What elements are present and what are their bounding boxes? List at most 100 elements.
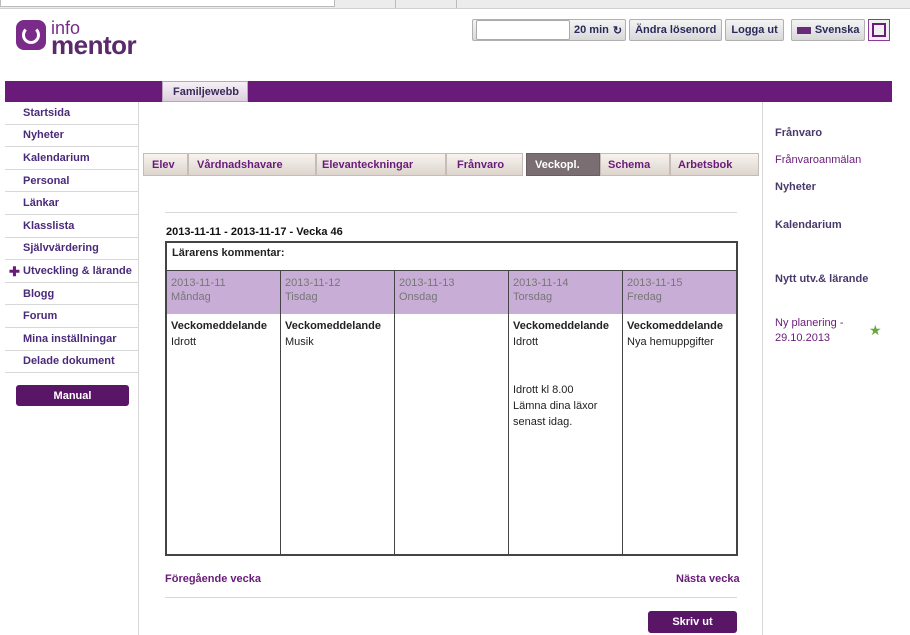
sidebar-item-label: Länkar (23, 197, 60, 210)
logo-mentor-text: mentor (51, 30, 137, 60)
session-timer: 20 min ↻ (472, 19, 627, 41)
logout-button[interactable]: Logga ut (725, 19, 784, 41)
week-title: 2013-11-11 - 2013-11-17 - Vecka 46 (166, 226, 343, 238)
refresh-icon[interactable]: ↻ (613, 24, 622, 37)
sidebar-item-nyheter[interactable]: Nyheter (5, 125, 138, 148)
day-name: Fredag (627, 291, 662, 303)
day-column: Veckomeddelande Musik (281, 314, 395, 556)
tab-familjewebb[interactable]: Familjewebb (162, 81, 248, 102)
day-header: 2013-11-11 Måndag (167, 271, 281, 314)
sidebar-item-label: Utveckling & lärande (23, 264, 132, 277)
language-label: Svenska (814, 24, 860, 36)
day-date: 2013-11-14 (513, 277, 569, 289)
divider (138, 102, 139, 635)
right-link-franvaro[interactable]: Frånvaro (775, 127, 822, 139)
logo-icon (16, 20, 46, 50)
day-line: Idrott (513, 336, 539, 348)
star-icon: ★ (869, 322, 882, 338)
tab-veckopl[interactable]: Veckopl. (526, 153, 600, 176)
sidebar-item-klasslista[interactable]: Klasslista (5, 215, 138, 238)
day-heading: Veckomeddelande (513, 320, 609, 332)
day-heading: Veckomeddelande (627, 320, 723, 332)
tab-vardnadshavare[interactable]: Vårdnadshavare (188, 153, 316, 176)
sidebar-item-lankar[interactable]: Länkar (5, 192, 138, 215)
sidebar-item-kalendarium[interactable]: Kalendarium (5, 147, 138, 170)
day-heading: Veckomeddelande (285, 320, 381, 332)
sidebar-item-label: Personal (23, 174, 70, 187)
plus-icon: ✚ (9, 264, 20, 280)
right-link-planering[interactable]: Ny planering - (775, 317, 843, 329)
sidebar-item-label: Forum (23, 310, 58, 323)
infomentor-logo[interactable]: info mentor (16, 18, 146, 60)
sidebar-item-label: Blogg (23, 287, 55, 300)
search-input[interactable] (476, 20, 570, 40)
top-toolbar: 20 min ↻ Ändra lösenord Logga ut Svenska (472, 19, 891, 41)
change-password-button[interactable]: Ändra lösenord (629, 19, 723, 41)
right-link-planering-date[interactable]: 29.10.2013 (775, 332, 830, 344)
sidebar-item-label: Kalendarium (23, 151, 90, 164)
next-week-link[interactable]: Nästa vecka (676, 573, 740, 585)
day-header: 2013-11-15 Fredag (623, 271, 736, 314)
print-button[interactable]: Skriv ut (648, 611, 737, 633)
manual-button[interactable]: Manual (16, 385, 129, 406)
tab-elevanteckningar[interactable]: Elevanteckningar (316, 153, 446, 176)
day-header: 2013-11-12 Tisdag (281, 271, 395, 314)
sidebar-item-label: Startsida (23, 106, 71, 119)
sidebar-item-label: Självvärdering (23, 242, 99, 255)
day-column: Veckomeddelande Nya hemuppgifter (623, 314, 736, 556)
sidebar-item-delade-dokument[interactable]: Delade dokument (5, 351, 138, 374)
previous-week-link[interactable]: Föregående vecka (165, 573, 261, 585)
day-name: Onsdag (399, 291, 438, 303)
tab-schema[interactable]: Schema (600, 153, 670, 176)
day-note: senast idag. (513, 416, 573, 428)
flag-icon (796, 26, 811, 34)
browser-tab (395, 0, 457, 8)
sidebar-item-utveckling[interactable]: ✚ Utveckling & lärande (5, 260, 138, 283)
day-line: Nya hemuppgifter (627, 336, 714, 348)
teacher-comment-label: Lärarens kommentar: (172, 247, 285, 259)
day-column (395, 314, 509, 556)
sidebar-item-startsida[interactable]: Startsida (5, 102, 138, 125)
sidebar-item-blogg[interactable]: Blogg (5, 283, 138, 306)
sidebar: Startsida Nyheter Kalendarium Personal L… (5, 102, 138, 374)
divider (762, 102, 763, 635)
right-link-franvaroanmalan[interactable]: Frånvaroanmälan (775, 154, 861, 166)
day-header: 2013-11-13 Onsdag (395, 271, 509, 314)
day-note: Lämna dina läxor (513, 400, 598, 412)
language-button[interactable]: Svenska (790, 19, 866, 41)
right-heading-kalendarium: Kalendarium (775, 219, 842, 231)
right-heading-nyheter: Nyheter (775, 181, 816, 193)
sidebar-item-sjalvvardering[interactable]: Självvärdering (5, 238, 138, 261)
browser-strip (0, 0, 910, 9)
day-date: 2013-11-15 (627, 277, 683, 289)
day-header: 2013-11-14 Torsdag (509, 271, 623, 314)
day-name: Måndag (171, 291, 211, 303)
day-name: Torsdag (513, 291, 553, 303)
sidebar-item-personal[interactable]: Personal (5, 170, 138, 193)
day-date: 2013-11-12 (285, 277, 341, 289)
day-line: Musik (285, 336, 314, 348)
browser-field (0, 0, 335, 7)
sidebar-item-label: Mina inställningar (23, 332, 117, 345)
week-planner: Lärarens kommentar: 2013-11-11 Måndag 20… (165, 241, 738, 556)
sidebar-item-forum[interactable]: Forum (5, 305, 138, 328)
divider (165, 212, 737, 213)
sidebar-item-label: Klasslista (23, 219, 75, 232)
main-nav-bar (5, 81, 892, 102)
day-column: Veckomeddelande Idrott Idrott kl 8.00 Lä… (509, 314, 623, 556)
day-line: Idrott (171, 336, 197, 348)
tab-elev[interactable]: Elev (143, 153, 188, 176)
day-name: Tisdag (285, 291, 318, 303)
sidebar-item-installningar[interactable]: Mina inställningar (5, 328, 138, 351)
window-icon[interactable] (868, 19, 891, 41)
day-heading: Veckomeddelande (171, 320, 267, 332)
day-date: 2013-11-13 (399, 277, 455, 289)
sidebar-item-label: Delade dokument (23, 355, 115, 368)
timer-text: 20 min (574, 24, 609, 36)
sidebar-item-label: Nyheter (23, 129, 64, 142)
day-date: 2013-11-11 (171, 277, 226, 289)
tab-arbetsbok[interactable]: Arbetsbok (670, 153, 759, 176)
divider (165, 597, 737, 598)
tab-franvaro[interactable]: Frånvaro (446, 153, 523, 176)
day-note: Idrott kl 8.00 (513, 384, 574, 396)
